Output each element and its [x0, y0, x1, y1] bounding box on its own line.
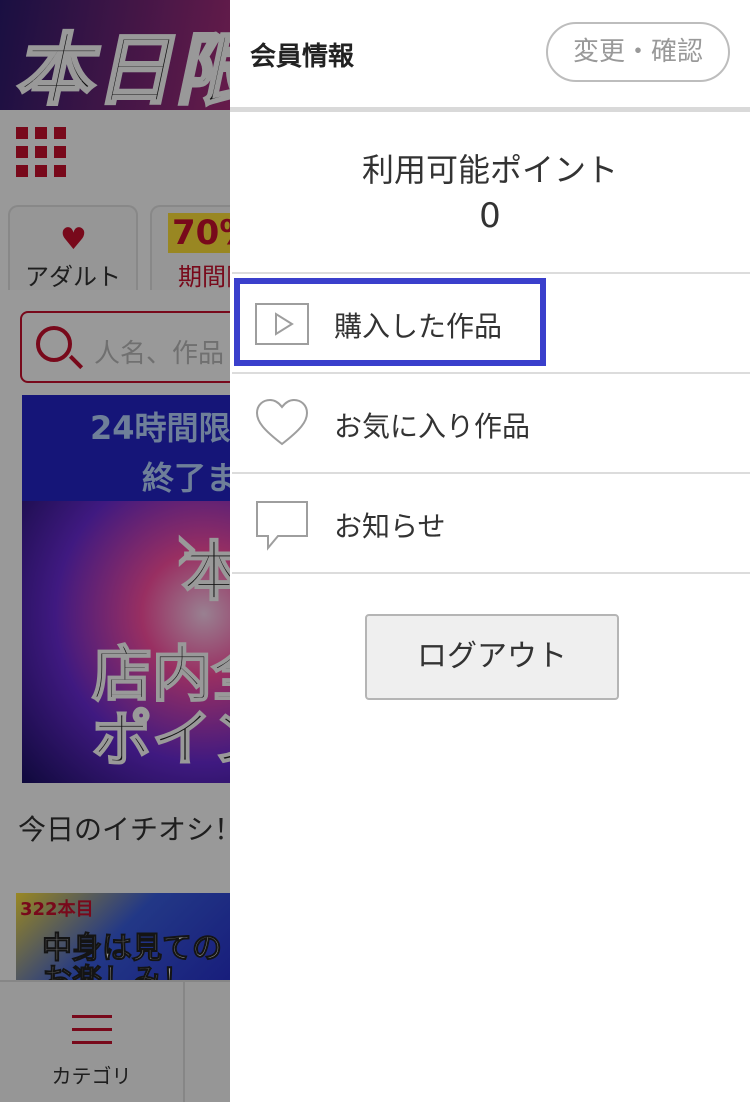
- drawer-title: 会員情報: [250, 42, 355, 72]
- menu-item-favorites[interactable]: お気に入り作品: [232, 372, 750, 472]
- drawer-header: 会員情報 変更・確認: [230, 0, 750, 112]
- change-confirm-button[interactable]: 変更・確認: [546, 22, 730, 82]
- menu-label-favorites: お気に入り作品: [334, 410, 531, 443]
- heart-icon: [255, 398, 309, 446]
- menu-item-notices[interactable]: お知らせ: [232, 472, 750, 574]
- points-label: 利用可能ポイント: [361, 151, 618, 189]
- logout-button[interactable]: ログアウト: [365, 614, 619, 700]
- selection-highlight: [234, 278, 546, 366]
- member-drawer: 会員情報 変更・確認 利用可能ポイント 0 購入した作品 お気に入り作品 お知ら…: [230, 0, 750, 1102]
- points-value: 0: [479, 196, 501, 236]
- menu-label-notices: お知らせ: [334, 510, 446, 543]
- speech-bubble-icon: [256, 501, 308, 551]
